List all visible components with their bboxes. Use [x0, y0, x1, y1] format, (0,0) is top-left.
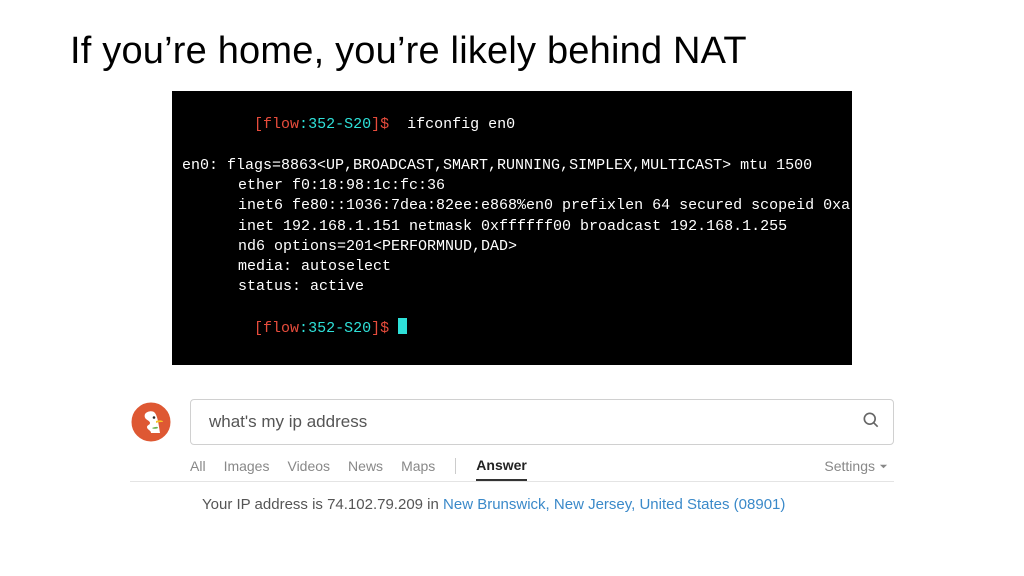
- search-tabs: All Images Videos News Maps Answer: [190, 457, 527, 481]
- tab-news[interactable]: News: [348, 458, 383, 480]
- terminal-line: inet6 fe80::1036:7dea:82ee:e868%en0 pref…: [182, 196, 842, 216]
- settings-dropdown[interactable]: Settings: [824, 458, 888, 480]
- tab-divider: [455, 458, 456, 474]
- prompt-bracket-open: [: [254, 116, 263, 133]
- answer-ip: 74.102.79.209: [327, 496, 423, 513]
- terminal-output: [flow:352-S20]$ ifconfig en0 en0: flags=…: [172, 91, 852, 365]
- terminal-line: media: autoselect: [182, 257, 842, 277]
- prompt-cwd: 352-S20: [308, 116, 371, 133]
- search-input[interactable]: [207, 411, 861, 433]
- chevron-down-icon: [879, 462, 888, 471]
- terminal-line: nd6 options=201<PERFORMNUD,DAD>: [182, 237, 842, 257]
- tab-videos[interactable]: Videos: [287, 458, 330, 480]
- prompt-host: flow: [263, 116, 299, 133]
- answer-location-link[interactable]: New Brunswick, New Jersey, United States…: [443, 496, 785, 513]
- terminal-line: ether f0:18:98:1c:fc:36: [182, 176, 842, 196]
- tab-images[interactable]: Images: [224, 458, 270, 480]
- prompt-sep: :: [299, 116, 308, 133]
- tab-all[interactable]: All: [190, 458, 206, 480]
- answer-prefix: Your IP address is: [202, 496, 327, 513]
- duckduckgo-panel: All Images Videos News Maps Answer Setti…: [130, 399, 894, 513]
- divider: [130, 481, 894, 482]
- duckduckgo-logo-icon[interactable]: [130, 401, 172, 443]
- terminal-line: inet 192.168.1.151 netmask 0xffffff00 br…: [182, 217, 842, 237]
- prompt-cwd: 352-S20: [308, 320, 371, 337]
- terminal-line: en0: flags=8863<UP,BROADCAST,SMART,RUNNI…: [182, 156, 842, 176]
- prompt-bracket-open: [: [254, 320, 263, 337]
- answer-mid: in: [423, 496, 443, 513]
- tab-maps[interactable]: Maps: [401, 458, 435, 480]
- prompt-sep: :: [299, 320, 308, 337]
- search-bar[interactable]: [190, 399, 894, 445]
- prompt-bracket-close: ]$: [371, 116, 398, 133]
- terminal-cursor: [398, 318, 407, 334]
- search-icon[interactable]: [861, 410, 881, 435]
- settings-label: Settings: [824, 458, 875, 474]
- prompt-host: flow: [263, 320, 299, 337]
- ip-answer: Your IP address is 74.102.79.209 in New …: [202, 496, 894, 513]
- terminal-command: ifconfig en0: [398, 116, 515, 133]
- prompt-bracket-close: ]$: [371, 320, 398, 337]
- tab-answer[interactable]: Answer: [476, 457, 527, 481]
- terminal-line: status: active: [182, 277, 842, 297]
- slide-title: If you’re home, you’re likely behind NAT: [70, 30, 954, 73]
